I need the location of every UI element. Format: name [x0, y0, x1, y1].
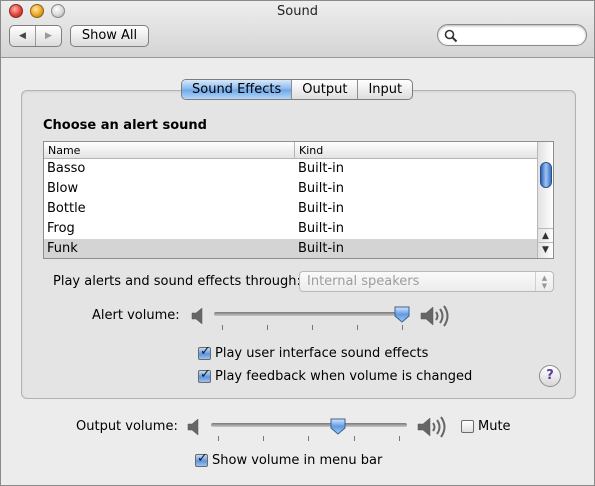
table-rows: Basso Built-in Blow Built-in Bottle Buil…	[44, 159, 537, 258]
tick-mark	[222, 325, 223, 330]
sound-name: Funk	[47, 241, 78, 256]
sound-name: Blow	[47, 181, 79, 196]
checkmark-icon: ✓	[197, 451, 208, 466]
help-button[interactable]: ?	[539, 365, 561, 387]
show-volume-menu-bar-checkbox[interactable]: ✓ Show volume in menu bar	[195, 451, 383, 468]
table-row[interactable]: Basso Built-in	[44, 159, 537, 179]
checkbox-box[interactable]: ✓	[195, 451, 208, 467]
table-header: Name Kind	[44, 142, 537, 159]
checkbox-box[interactable]: ✓	[198, 367, 211, 383]
ui-sound-effects-checkbox[interactable]: ✓ Play user interface sound effects	[198, 344, 429, 361]
table-row[interactable]: Frog Built-in	[44, 219, 537, 239]
sound-kind: Built-in	[298, 201, 345, 216]
tab-output[interactable]: Output	[291, 80, 357, 99]
checkbox-label: Show volume in menu bar	[212, 453, 383, 468]
output-volume-track[interactable]	[211, 423, 407, 427]
checkmark-icon: ✓	[200, 367, 211, 382]
speaker-low-icon	[187, 418, 199, 436]
tick-mark	[357, 325, 358, 330]
scroll-down-arrow-icon[interactable]: ▼	[538, 242, 553, 256]
tab-sound-effects[interactable]: Sound Effects	[182, 80, 292, 99]
tab-input[interactable]: Input	[357, 80, 412, 99]
title-toolbar: Sound ◀ ▶ Show All	[1, 1, 594, 58]
vertical-scrollbar[interactable]: ▲ ▼	[537, 142, 553, 258]
search-icon	[444, 29, 458, 43]
checkbox-label: Mute	[478, 419, 511, 434]
checkbox-box[interactable]: ✓	[198, 344, 211, 360]
alert-sound-table[interactable]: Name Kind Basso Built-in Blow Built-in B…	[43, 141, 554, 259]
table-row[interactable]: Bottle Built-in	[44, 199, 537, 219]
sound-name: Bottle	[47, 201, 86, 216]
sound-preferences-window: Sound ◀ ▶ Show All Sound Effects Output …	[0, 0, 595, 486]
tick-mark	[263, 436, 264, 441]
tick-mark	[354, 436, 355, 441]
tick-mark	[402, 325, 403, 330]
tick-mark	[218, 436, 219, 441]
table-row-selected[interactable]: Funk Built-in	[44, 239, 537, 258]
tick-mark	[267, 325, 268, 330]
sound-name: Frog	[47, 221, 75, 236]
sound-name: Basso	[47, 161, 86, 176]
checkmark-icon: ✓	[200, 344, 211, 359]
column-header-name[interactable]: Name	[48, 144, 80, 157]
output-volume-label: Output volume:	[76, 419, 178, 434]
tick-mark	[312, 325, 313, 330]
alert-sound-heading: Choose an alert sound	[43, 118, 207, 133]
alert-volume-label: Alert volume:	[92, 308, 180, 323]
speaker-low-icon	[191, 307, 203, 325]
checkbox-label: Play feedback when volume is changed	[215, 369, 473, 384]
alert-volume-track[interactable]	[214, 312, 409, 316]
table-row[interactable]: Blow Built-in	[44, 179, 537, 199]
mute-checkbox[interactable]: Mute	[461, 419, 511, 434]
search-field[interactable]	[437, 24, 587, 46]
back-button[interactable]: ◀	[10, 26, 35, 46]
scrollbar-thumb[interactable]	[540, 162, 552, 188]
speaker-high-icon	[417, 416, 446, 438]
volume-feedback-checkbox[interactable]: ✓ Play feedback when volume is changed	[198, 367, 473, 384]
sound-kind: Built-in	[298, 221, 345, 236]
play-through-label: Play alerts and sound effects through:	[53, 274, 301, 289]
show-all-button[interactable]: Show All	[70, 25, 149, 47]
tick-mark	[308, 436, 309, 441]
window-title: Sound	[277, 4, 318, 19]
output-device-popup[interactable]: Internal speakers ▲ ▼	[299, 271, 554, 292]
scroll-up-arrow-icon[interactable]: ▲	[538, 228, 553, 242]
alert-volume-knob[interactable]	[394, 306, 410, 323]
tick-mark	[399, 436, 400, 441]
checkbox-label: Play user interface sound effects	[215, 346, 429, 361]
back-forward-control: ◀ ▶	[9, 25, 62, 47]
sound-kind: Built-in	[298, 181, 345, 196]
sound-kind: Built-in	[298, 241, 345, 256]
search-input[interactable]	[460, 27, 580, 43]
popup-arrows-icon: ▲ ▼	[535, 272, 553, 291]
forward-button[interactable]: ▶	[35, 26, 61, 46]
sound-kind: Built-in	[298, 161, 345, 176]
tab-bar: Sound Effects Output Input	[181, 79, 414, 100]
output-device-value: Internal speakers	[307, 274, 420, 289]
output-volume-knob[interactable]	[330, 418, 346, 435]
checkbox-box[interactable]	[461, 420, 474, 433]
speaker-high-icon	[420, 305, 449, 327]
column-header-kind[interactable]: Kind	[294, 142, 537, 159]
